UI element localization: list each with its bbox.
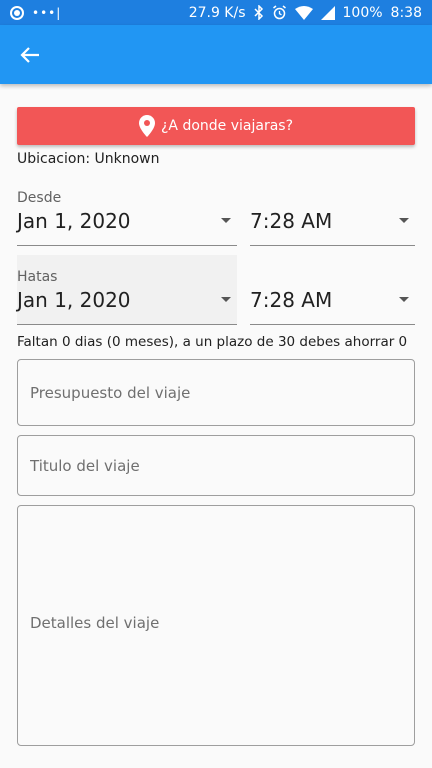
where-to-travel-button[interactable]: ¿A donde viajaras? xyxy=(17,107,415,145)
battery-level: 100% xyxy=(342,4,383,21)
details-input[interactable] xyxy=(30,613,414,638)
dropdown-arrow-icon xyxy=(399,218,409,223)
dropdown-arrow-icon xyxy=(399,297,409,302)
status-left: •••| xyxy=(10,5,62,20)
dropdown-arrow-icon xyxy=(221,218,231,223)
budget-field[interactable] xyxy=(17,359,415,426)
savings-summary: Faltan 0 dias (0 meses), a un plazo de 3… xyxy=(17,334,408,350)
location-pin-icon xyxy=(138,115,155,137)
status-right: 27.9 K/s 100% 8:38 xyxy=(189,5,422,21)
wifi-icon xyxy=(294,5,313,20)
to-time-value: 7:28 AM xyxy=(250,287,333,312)
clock: 8:38 xyxy=(390,4,422,21)
network-speed: 27.9 K/s xyxy=(188,4,246,21)
from-time-picker[interactable]: 7:28 AM xyxy=(250,196,415,246)
dropdown-arrow-icon xyxy=(221,297,231,302)
alarm-icon xyxy=(272,5,287,20)
notification-circle-icon xyxy=(10,5,24,20)
to-date-picker[interactable]: Jan 1, 2020 xyxy=(17,275,237,325)
budget-input[interactable] xyxy=(30,383,414,402)
signal-icon xyxy=(320,5,335,20)
to-date-value: Jan 1, 2020 xyxy=(17,287,131,312)
details-field[interactable] xyxy=(17,505,415,746)
title-field[interactable] xyxy=(17,435,415,496)
to-time-picker[interactable]: 7:28 AM xyxy=(250,275,415,325)
back-button[interactable] xyxy=(16,41,44,69)
status-bar: •••| 27.9 K/s 100% 8:38 xyxy=(0,0,432,25)
arrow-left-icon xyxy=(20,46,39,63)
from-date-picker[interactable]: Jan 1, 2020 xyxy=(17,196,237,246)
location-status: Ubicacion: Unknown xyxy=(17,151,160,167)
where-to-travel-label: ¿A donde viajaras? xyxy=(160,118,293,134)
title-input[interactable] xyxy=(30,456,414,475)
from-time-value: 7:28 AM xyxy=(250,208,333,233)
status-dots: •••| xyxy=(32,5,62,20)
app-bar xyxy=(0,25,432,84)
from-date-value: Jan 1, 2020 xyxy=(17,208,131,233)
bluetooth-icon xyxy=(253,5,264,20)
